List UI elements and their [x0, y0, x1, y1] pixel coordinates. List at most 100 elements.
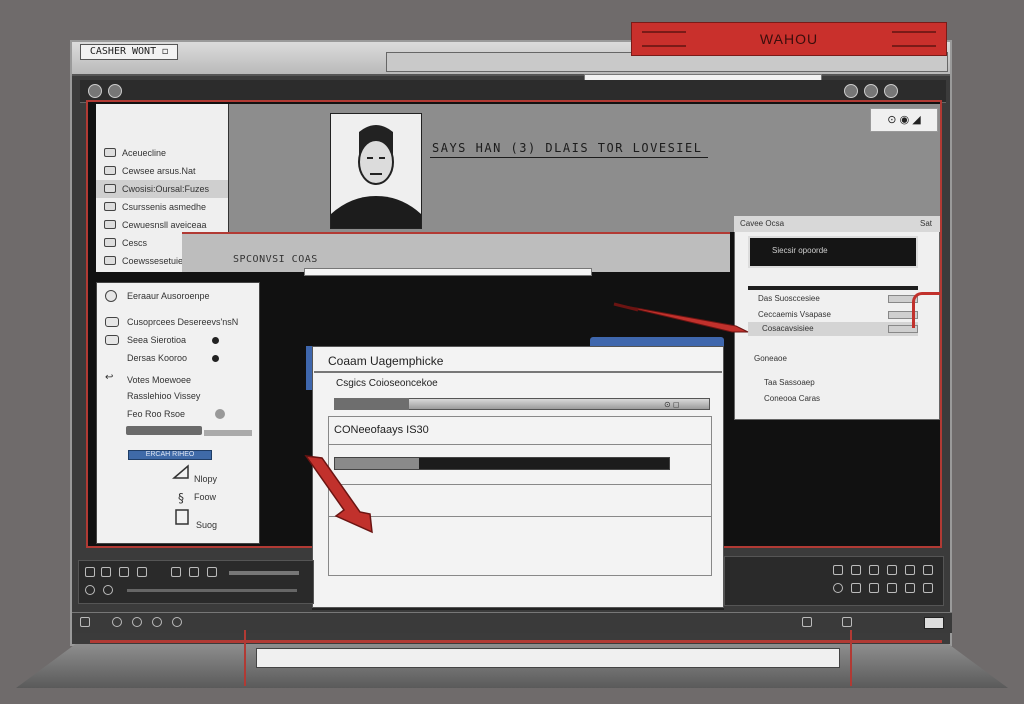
- list-item[interactable]: Eeraaur Ausoroenpe: [97, 287, 261, 305]
- status-icon[interactable]: [842, 617, 852, 627]
- svg-text:§: §: [178, 491, 184, 505]
- forward-button[interactable]: [108, 84, 122, 98]
- option-label: Foow: [194, 492, 217, 502]
- gear-icon[interactable]: [864, 84, 878, 98]
- window-title: CASHER WONT ◻: [80, 44, 178, 60]
- close-icon[interactable]: [884, 84, 898, 98]
- base-panel: [256, 648, 840, 668]
- chat-icon: [105, 335, 119, 345]
- sidebar-item[interactable]: Cewsee arsus.Nat: [96, 162, 228, 180]
- sidebar-item-label: Cwosisi:Oursal:Fuzes: [122, 184, 210, 194]
- header-action-icons[interactable]: ⊙ ◉ ◢: [870, 108, 938, 132]
- banner-label: SPCONVSI COAS: [233, 254, 318, 265]
- battery-icon: [924, 617, 944, 629]
- list-item[interactable]: Das Suosccesiee: [748, 292, 918, 306]
- list-item[interactable]: Ceccaemis Vsapase: [748, 308, 918, 322]
- right-panel-header: Cavee Ocsa Sat: [734, 216, 940, 232]
- dialog-side-accent: [306, 346, 312, 390]
- filter-icon[interactable]: [851, 565, 861, 575]
- pause-icon[interactable]: [101, 567, 111, 577]
- divider: [328, 444, 712, 445]
- hook-icon: ↩: [105, 372, 114, 383]
- dialog-title: Coaam Uagemphicke: [328, 354, 444, 368]
- list-item[interactable]: Cusoprcees Desereevs'nsN: [97, 313, 261, 331]
- list-item[interactable]: Cosacavsisiee: [748, 322, 918, 336]
- grid-icon[interactable]: [869, 565, 879, 575]
- avatar[interactable]: [330, 113, 422, 229]
- list-item-label: Eeraaur Ausoroenpe: [127, 291, 210, 301]
- search-box-label: Siecsir opoorde: [772, 246, 828, 255]
- list-item-label: Cusoprcees Desereevs'nsN: [127, 317, 239, 327]
- redo-icon[interactable]: [923, 583, 933, 593]
- cut-icon[interactable]: [887, 583, 897, 593]
- timeline-slider[interactable]: [229, 571, 299, 575]
- list-item[interactable]: Taa Sassoaep: [748, 376, 918, 390]
- status-icon[interactable]: [112, 617, 122, 627]
- list-item[interactable]: Feo Roo Rsoe: [97, 405, 261, 423]
- sidebar-item[interactable]: Aceuecline: [96, 144, 228, 162]
- list-item[interactable]: Rasslehioo Vissey: [97, 387, 261, 405]
- sidebar-item-label: Aceuecline: [122, 148, 167, 158]
- status-icon[interactable]: [132, 617, 142, 627]
- panel-header-action[interactable]: Sat: [920, 216, 932, 232]
- sidebar-item-active[interactable]: Cwosisi:Oursal:Fuzes: [96, 180, 228, 198]
- list-icon[interactable]: [887, 565, 897, 575]
- status-icon[interactable]: [152, 617, 162, 627]
- back-button[interactable]: [88, 84, 102, 98]
- list-item-label: Feo Roo Rsoe: [127, 409, 186, 419]
- list-item-label: Rasslehioo Vissey: [127, 391, 201, 401]
- brand-badge: WAHOU: [631, 22, 947, 56]
- settings-icon[interactable]: [844, 84, 858, 98]
- volume-icon[interactable]: [207, 567, 217, 577]
- bottom-toolbar-right: [724, 556, 944, 606]
- list-item[interactable]: Coneooa Caras: [748, 392, 918, 406]
- status-icon[interactable]: [802, 617, 812, 627]
- person-icon: [331, 114, 421, 228]
- list-item[interactable]: Seea Sierotioa: [97, 331, 261, 349]
- sidebar-item-label: Cewuesnsll aveiceaa: [122, 220, 207, 230]
- dialog-field-label: CONeeofaays IS30: [334, 424, 429, 436]
- status-icon[interactable]: [172, 617, 182, 627]
- loop-icon[interactable]: [171, 567, 181, 577]
- shuffle-icon[interactable]: [189, 567, 199, 577]
- list-item[interactable]: Dersas Kooroo: [97, 349, 261, 367]
- list-item[interactable]: Goneaoe: [748, 352, 918, 366]
- status-icon[interactable]: [80, 617, 90, 627]
- dialog-progress-icons[interactable]: ⊙ ◻: [664, 400, 680, 409]
- dot-icon[interactable]: [85, 585, 95, 595]
- badge-stripes-right: [892, 31, 936, 47]
- info-icon[interactable]: [905, 565, 915, 575]
- play-icon[interactable]: [85, 567, 95, 577]
- paste-icon[interactable]: [869, 583, 879, 593]
- settings-icon[interactable]: [833, 565, 843, 575]
- card-icon: [104, 220, 116, 229]
- primary-button[interactable]: ERCAH RIHEO: [128, 450, 212, 460]
- record-icon[interactable]: [137, 567, 147, 577]
- grid-icon: [104, 202, 116, 211]
- copy-icon[interactable]: [851, 583, 861, 593]
- red-guide-line: [90, 640, 942, 643]
- undo-icon[interactable]: [905, 583, 915, 593]
- stop-icon[interactable]: [119, 567, 129, 577]
- help-icon[interactable]: [923, 565, 933, 575]
- dialog-title-divider: [314, 371, 722, 373]
- banner-input[interactable]: [304, 268, 592, 276]
- volume-slider[interactable]: [126, 426, 202, 435]
- toggle-knob[interactable]: [215, 409, 225, 419]
- dot-icon[interactable]: [103, 585, 113, 595]
- badge-text: WAHOU: [759, 31, 819, 47]
- status-bar: [72, 612, 952, 633]
- bottom-toolbar-left: [78, 560, 314, 604]
- red-cursor-arrow: [304, 455, 373, 534]
- progress-track[interactable]: [127, 589, 297, 592]
- sidebar-item-label: Csurssenis asmedhe: [122, 202, 207, 212]
- list-item-label: Seea Sierotioa: [127, 335, 187, 345]
- list-item-label: Goneaoe: [754, 354, 787, 363]
- dot-icon[interactable]: [833, 583, 843, 593]
- dialog-content-box: [328, 416, 712, 576]
- divider: [328, 484, 712, 485]
- sidebar-item[interactable]: Csurssenis asmedhe: [96, 198, 228, 216]
- folder-icon: [104, 148, 116, 157]
- list-icon: [104, 184, 116, 193]
- slider-track[interactable]: [204, 430, 252, 436]
